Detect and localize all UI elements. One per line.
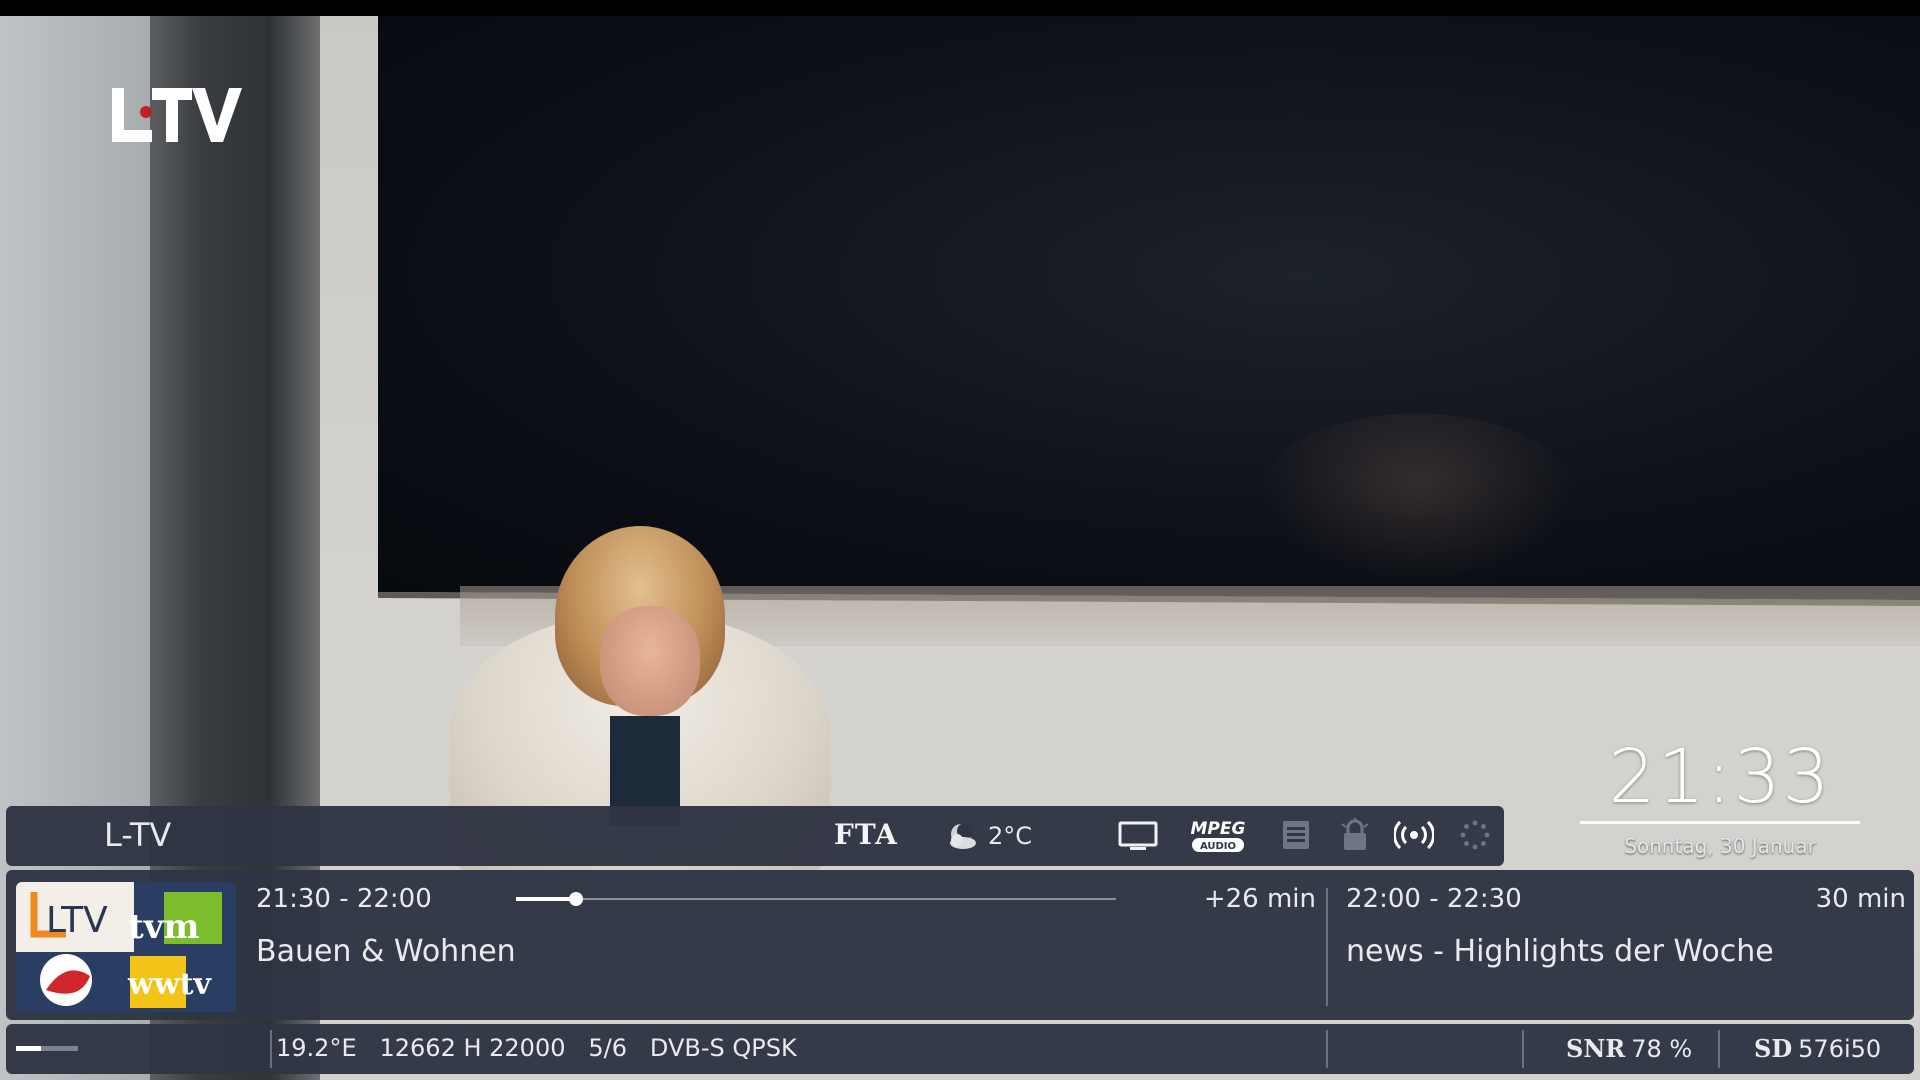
- sd-value: 576i50: [1798, 1035, 1882, 1063]
- channel-status-bar: L-TV FTA 2°C MPEG AUDIO: [6, 806, 1504, 866]
- teletext-icon: [1282, 820, 1310, 850]
- partly-cloudy-night-icon: [946, 820, 980, 852]
- channel-watermark-logo: [106, 82, 246, 148]
- transponder-info: 19.2°E 12662 H 22000 5/6 DVB-S QPSK: [276, 1034, 797, 1062]
- encryption-badge: FTA: [834, 818, 898, 851]
- signal-broadcast-icon: [1393, 818, 1435, 852]
- mpeg-label: MPEG: [1191, 819, 1246, 839]
- epg-panel: LTV tvm wwtv 21:30 - 22:00 +26 min Bauen…: [6, 870, 1914, 1020]
- audio-label: AUDIO: [1200, 841, 1236, 852]
- clock-date: Sonntag, 30 Januar: [1624, 834, 1816, 858]
- thumb-logo-wwtv: wwtv: [127, 967, 213, 1002]
- epg-divider: [1326, 888, 1328, 1006]
- sd-label: SD: [1754, 1034, 1793, 1063]
- program-progress-knob: [569, 892, 583, 906]
- lock-icon: [1340, 818, 1370, 852]
- thumb-logo-ltv: LTV: [46, 900, 108, 941]
- temperature: 2°C: [988, 822, 1033, 850]
- tv-screen-icon: [1118, 820, 1158, 852]
- snr-value: 78 %: [1631, 1035, 1693, 1063]
- video-reflection: [1258, 412, 1578, 585]
- resolution-readout: SD 576i50: [1754, 1034, 1881, 1063]
- clock-divider: [1580, 821, 1860, 824]
- program-progress-fill: [516, 897, 576, 901]
- next-program-title: news - Highlights der Woche: [1346, 934, 1774, 969]
- program-progress-track: [516, 898, 1116, 900]
- next-program-time: 22:00 - 22:30: [1346, 884, 1522, 914]
- thumb-logo-tvm: tvm: [128, 907, 199, 947]
- signal-level-fill: [16, 1046, 41, 1051]
- clock-time: 21:33: [1608, 734, 1832, 820]
- video-tv-screen: [378, 16, 1920, 607]
- snr-readout: SNR 78 %: [1566, 1034, 1692, 1063]
- current-program-title: Bauen & Wohnen: [256, 934, 516, 969]
- tuner-separator: [270, 1030, 272, 1068]
- current-program-time: 21:30 - 22:00: [256, 884, 432, 914]
- tuner-separator: [1522, 1030, 1524, 1068]
- video-person: [450, 526, 830, 876]
- loading-spinner-icon: [1460, 820, 1490, 850]
- tuner-info-bar: 19.2°E 12662 H 22000 5/6 DVB-S QPSK SNR 7…: [6, 1024, 1914, 1074]
- snr-label: SNR: [1566, 1034, 1626, 1063]
- next-program-duration: 30 min: [1815, 884, 1906, 914]
- channel-thumbnail: LTV tvm wwtv: [16, 882, 236, 1012]
- program-remaining-time: +26 min: [1203, 884, 1316, 914]
- mpeg-audio-icon: MPEG AUDIO: [1178, 816, 1258, 856]
- channel-name: L-TV: [104, 816, 172, 854]
- clock-widget: 21:33 Sonntag, 30 Januar: [1580, 735, 1860, 858]
- tuner-separator: [1718, 1030, 1720, 1068]
- tuner-separator: [1326, 1030, 1328, 1068]
